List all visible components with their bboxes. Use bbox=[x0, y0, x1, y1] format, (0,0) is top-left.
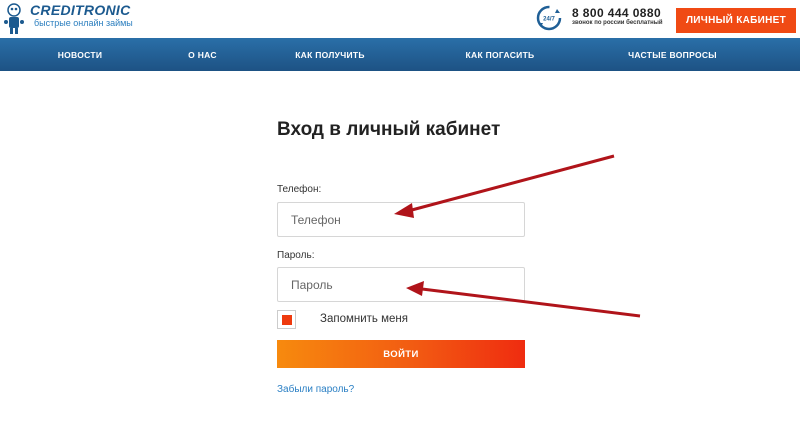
phone-label: Телефон: bbox=[277, 184, 322, 195]
logo[interactable]: CREDITRONIC быстрые онлайн займы bbox=[0, 0, 150, 38]
nav-item-how-to-get[interactable]: КАК ПОЛУЧИТЬ bbox=[245, 38, 415, 71]
phone-input[interactable] bbox=[277, 202, 525, 237]
nav-item-about[interactable]: О НАС bbox=[160, 38, 245, 71]
robot-mascot-icon bbox=[4, 3, 24, 34]
password-input[interactable] bbox=[277, 267, 525, 302]
site-header: CREDITRONIC быстрые онлайн займы 24/7 8 … bbox=[0, 0, 800, 38]
phone-note: звонок по россии бесплатный bbox=[572, 20, 663, 26]
nav-item-news[interactable]: НОВОСТИ bbox=[0, 38, 160, 71]
remember-me-checkbox[interactable] bbox=[277, 310, 296, 329]
personal-cabinet-button[interactable]: ЛИЧНЫЙ КАБИНЕТ bbox=[676, 8, 796, 33]
logo-name: CREDITRONIC bbox=[30, 2, 131, 18]
forgot-password-link[interactable]: Забыли пароль? bbox=[277, 384, 354, 395]
checkbox-checked-mark bbox=[281, 314, 292, 325]
login-button[interactable]: ВОЙТИ bbox=[277, 340, 525, 368]
clock-badge-text: 24/7 bbox=[543, 17, 555, 23]
phone-number[interactable]: 8 800 444 0880 bbox=[572, 6, 661, 20]
nav-item-how-to-repay[interactable]: КАК ПОГАСИТЬ bbox=[415, 38, 585, 71]
main-nav: НОВОСТИ О НАС КАК ПОЛУЧИТЬ КАК ПОГАСИТЬ … bbox=[0, 38, 800, 71]
page-title: Вход в личный кабинет bbox=[277, 119, 501, 140]
logo-tagline: быстрые онлайн займы bbox=[34, 18, 133, 28]
remember-me-label: Запомнить меня bbox=[320, 313, 408, 325]
clock-24-7-icon: 24/7 bbox=[536, 5, 562, 31]
nav-item-faq[interactable]: ЧАСТЫЕ ВОПРОСЫ bbox=[585, 38, 760, 71]
password-label: Пароль: bbox=[277, 250, 315, 261]
